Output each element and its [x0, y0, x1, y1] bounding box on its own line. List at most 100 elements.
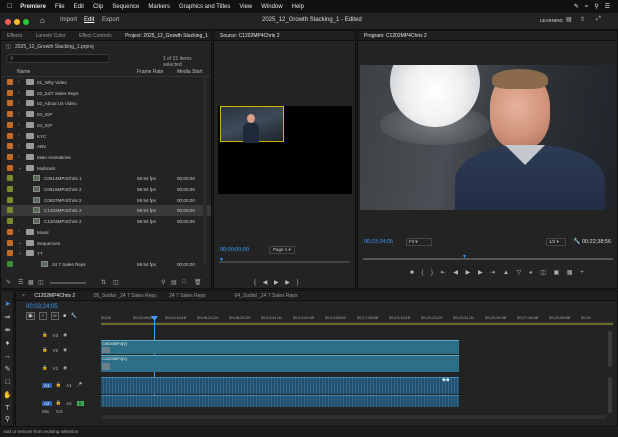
- track-a2-label[interactable]: A2: [66, 401, 72, 406]
- track-v2-label[interactable]: V2: [53, 348, 59, 353]
- label-color-swatch[interactable]: [7, 143, 13, 150]
- project-list-item[interactable]: C1202MP4Chris 2 59.94 fps 00;00;00: [1, 205, 211, 217]
- program-video-frame[interactable]: [360, 65, 617, 210]
- project-list-item[interactable]: › Main Animations: [1, 152, 211, 163]
- chevron-right-icon[interactable]: ›: [18, 229, 20, 234]
- audio-clip-a2[interactable]: [101, 395, 459, 407]
- label-color-swatch[interactable]: [7, 121, 13, 128]
- marker-icon[interactable]: ■: [410, 270, 414, 276]
- project-scrollbar[interactable]: [203, 77, 207, 265]
- close-window-icon[interactable]: [5, 19, 11, 25]
- project-list-item[interactable]: C0615MP4Chris 2 59.94 fps 00;00;00: [1, 184, 211, 195]
- label-color-swatch[interactable]: [7, 175, 13, 182]
- project-list-item[interactable]: › 02_24/7 Sales Reps: [1, 88, 211, 99]
- source-timecode[interactable]: 00;00;00;00: [220, 247, 249, 253]
- menu-edit[interactable]: Edit: [74, 4, 84, 10]
- hand-icon[interactable]: ✋: [3, 391, 12, 400]
- tab-sequence-1[interactable]: C1202MP4Chris 2: [28, 291, 86, 300]
- mark-out-icon[interactable]: }: [431, 270, 433, 276]
- chevron-right-icon[interactable]: ›: [18, 133, 20, 138]
- project-list-item[interactable]: › Music: [1, 227, 211, 238]
- source-thumbnail[interactable]: [220, 106, 284, 143]
- minimize-window-icon[interactable]: [14, 19, 20, 25]
- source-scrubber[interactable]: [219, 261, 350, 263]
- fit-dropdown[interactable]: Fit ▾: [406, 238, 432, 246]
- project-search-input[interactable]: ⚲: [6, 54, 110, 63]
- track-a1-source-patch[interactable]: A1: [42, 382, 52, 388]
- tab-import[interactable]: Import: [60, 17, 77, 23]
- home-icon[interactable]: ⌂: [40, 16, 45, 25]
- audio-clip-a1[interactable]: [101, 377, 459, 394]
- workspace-icon[interactable]: ▤: [566, 16, 572, 23]
- program-timecode[interactable]: 00;03;24;05: [364, 239, 393, 245]
- label-color-swatch[interactable]: [7, 239, 13, 246]
- source-video-area[interactable]: [218, 106, 352, 194]
- go-to-in-icon[interactable]: ⇤: [441, 270, 446, 276]
- tab-edit[interactable]: Edit: [84, 17, 94, 23]
- tab-sequence-3[interactable]: 24 7 Sales Reps: [163, 291, 227, 300]
- mark-in-icon[interactable]: {: [254, 280, 256, 286]
- chevron-down-icon[interactable]: ⌄: [18, 250, 22, 256]
- project-list-item[interactable]: ⌄ Multicam: [1, 163, 211, 174]
- column-frame-rate[interactable]: Frame Rate: [137, 69, 163, 75]
- solo-icon[interactable]: S: [76, 400, 84, 406]
- snap-icon[interactable]: ∩: [39, 312, 47, 320]
- find-icon[interactable]: ⚲: [161, 279, 165, 286]
- source-playhead-icon[interactable]: ▼: [219, 257, 224, 263]
- label-color-swatch[interactable]: [7, 132, 13, 139]
- project-list-item[interactable]: ⌄ YT: [1, 248, 211, 259]
- project-list-item[interactable]: › 01_Why Video: [1, 77, 211, 88]
- export-frame-icon[interactable]: ◕: [529, 270, 533, 276]
- pen-icon[interactable]: ✎: [3, 365, 12, 374]
- lock-icon[interactable]: 🔒: [56, 400, 62, 406]
- program-scrubber[interactable]: [363, 258, 613, 260]
- chevron-right-icon[interactable]: ›: [18, 79, 20, 84]
- type-icon[interactable]: T: [3, 404, 12, 413]
- lift-icon[interactable]: ▲: [503, 270, 509, 276]
- keyframe-icon[interactable]: ◆◆: [442, 377, 450, 383]
- rectangle-icon[interactable]: □: [3, 378, 12, 387]
- label-color-swatch[interactable]: [7, 79, 13, 85]
- program-playhead-icon[interactable]: ▼: [462, 254, 467, 260]
- chevron-right-icon[interactable]: ›: [18, 90, 20, 95]
- play-icon[interactable]: ▶: [466, 270, 471, 276]
- chevron-right-icon[interactable]: ›: [18, 154, 20, 159]
- video-clip-v2[interactable]: C0630MP4[V]: [101, 340, 459, 354]
- lock-icon[interactable]: 🔒: [42, 365, 48, 371]
- step-forward-icon[interactable]: ▶: [285, 280, 290, 286]
- track-select-icon[interactable]: ⇒: [3, 313, 12, 322]
- wifi-icon[interactable]: ≈: [585, 4, 588, 10]
- freeform-view-icon[interactable]: ◫: [38, 279, 44, 286]
- pencil-icon[interactable]: ✎: [6, 279, 11, 286]
- sort-icon[interactable]: ⇅: [101, 279, 106, 286]
- list-view-icon[interactable]: ☰: [18, 279, 23, 286]
- project-list-item[interactable]: › 02_About Us Video: [1, 98, 211, 109]
- lock-icon[interactable]: 🔒: [56, 382, 62, 388]
- track-v1-label[interactable]: V1: [53, 366, 59, 371]
- chevron-right-icon[interactable]: ›: [18, 122, 20, 127]
- label-color-swatch[interactable]: [7, 100, 13, 107]
- mark-in-icon[interactable]: {: [421, 270, 423, 276]
- chevron-right-icon[interactable]: ›: [18, 111, 20, 116]
- project-list-item[interactable]: › ABV: [1, 141, 211, 152]
- menu-view[interactable]: View: [239, 4, 252, 10]
- comparison-view-icon[interactable]: ◫: [540, 270, 546, 276]
- column-media-start[interactable]: Media Start: [177, 69, 203, 75]
- tab-source[interactable]: Source: C1202MP4Chris 2: [214, 31, 285, 40]
- step-back-icon[interactable]: ◀: [263, 280, 268, 286]
- track-a1-label[interactable]: A1: [66, 383, 72, 388]
- project-list-item[interactable]: ⌄ Sequences: [1, 238, 211, 249]
- menu-help[interactable]: Help: [292, 4, 304, 10]
- label-color-swatch[interactable]: [7, 164, 13, 171]
- go-to-out-icon[interactable]: ⇥: [490, 270, 495, 276]
- menu-sequence[interactable]: Sequence: [112, 4, 139, 10]
- mix-value[interactable]: 0.0: [56, 409, 62, 414]
- menu-file[interactable]: File: [55, 4, 65, 10]
- tab-effect-controls[interactable]: Effect Controls: [73, 31, 118, 40]
- zoom-tool-icon[interactable]: ⚲: [3, 415, 12, 424]
- timeline-ruler[interactable]: 00;00 00;02;08;09 00;04;16;16 00;06;24;24 00…: [101, 313, 613, 323]
- proxy-icon[interactable]: ▣: [554, 270, 560, 276]
- step-forward-icon[interactable]: ▶: [478, 270, 483, 276]
- razor-icon[interactable]: ♦: [3, 339, 12, 348]
- label-color-swatch[interactable]: [7, 250, 13, 257]
